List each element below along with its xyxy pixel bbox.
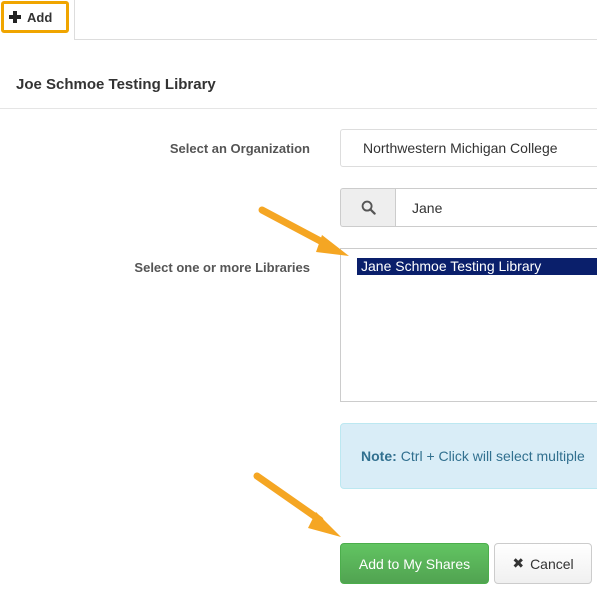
add-to-my-shares-label: Add to My Shares xyxy=(358,555,471,572)
library-search-value: Jane xyxy=(412,199,443,216)
arrow-to-library-option xyxy=(258,206,349,256)
search-icon xyxy=(361,200,376,215)
libraries-listbox[interactable]: Jane Schmoe Testing Library xyxy=(340,248,597,402)
note-text: Ctrl + Click will select multiple xyxy=(400,448,585,464)
tab-add[interactable]: Add xyxy=(0,0,75,40)
plus-icon xyxy=(9,11,21,23)
libraries-label: Select one or more Libraries xyxy=(134,260,310,275)
organization-select-value: Northwestern Michigan College xyxy=(363,140,558,156)
note-alert: Note: Ctrl + Click will select multiple xyxy=(340,423,597,489)
add-button[interactable]: Add xyxy=(1,1,69,33)
page: Add Joe Schmoe Testing Library Select an… xyxy=(0,0,597,590)
panel-title: Joe Schmoe Testing Library xyxy=(16,76,216,93)
arrow-to-submit-button xyxy=(253,472,341,537)
search-addon xyxy=(340,188,395,227)
panel-divider xyxy=(0,108,597,109)
add-to-my-shares-button[interactable]: Add to My Shares xyxy=(340,543,489,584)
library-option-selected[interactable]: Jane Schmoe Testing Library xyxy=(357,258,597,275)
note-prefix: Note: xyxy=(361,448,397,464)
tab-bar-divider xyxy=(74,39,597,40)
cancel-button-label: Cancel xyxy=(530,555,574,572)
close-icon: ✖ xyxy=(512,555,525,571)
organization-select[interactable]: Northwestern Michigan College xyxy=(340,129,597,167)
cancel-button[interactable]: ✖ Cancel xyxy=(494,543,592,584)
organization-label: Select an Organization xyxy=(169,141,310,156)
add-button-label: Add xyxy=(27,9,53,25)
library-search-input[interactable]: Jane xyxy=(395,188,597,227)
